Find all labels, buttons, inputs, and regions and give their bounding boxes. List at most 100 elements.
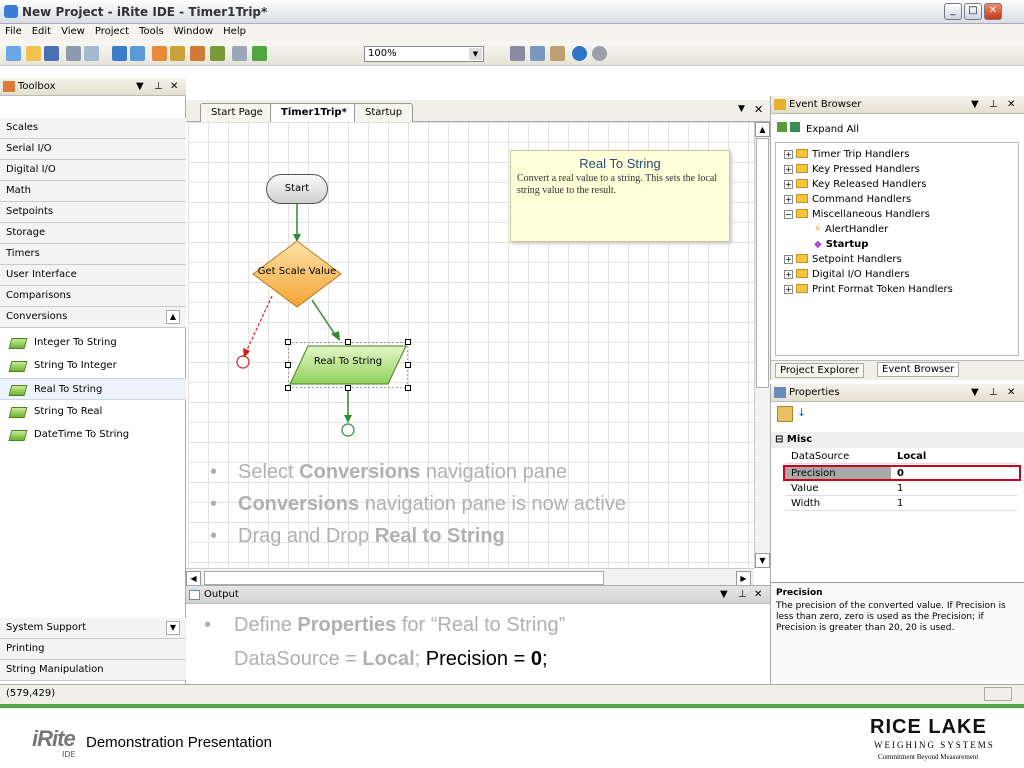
category-timers[interactable]: Timers	[0, 244, 186, 265]
tool-real-to-string[interactable]: Real To String	[0, 378, 186, 400]
decision-node[interactable]: Get Scale Value	[252, 240, 342, 308]
menu-file[interactable]: File	[0, 24, 27, 39]
category-storage[interactable]: Storage	[0, 223, 186, 244]
property-value[interactable]: 1	[897, 497, 903, 511]
scroll-thumb[interactable]	[756, 138, 769, 388]
grid-icon[interactable]	[252, 46, 267, 61]
print-icon[interactable]	[66, 46, 81, 61]
tree-item[interactable]: ◆ Startup	[814, 237, 868, 252]
tab-start-page[interactable]: Start Page	[200, 103, 274, 122]
category-scales[interactable]: Scales	[0, 118, 186, 139]
scroll-thumb[interactable]	[204, 571, 604, 585]
build-icon[interactable]	[112, 46, 127, 61]
tree-item[interactable]: + Print Format Token Handlers	[784, 282, 953, 297]
menu-project[interactable]: Project	[90, 24, 134, 39]
expand-icon[interactable]: +	[784, 180, 793, 189]
category-printing[interactable]: Printing	[0, 639, 186, 660]
upload-icon[interactable]	[170, 46, 185, 61]
copy-icon[interactable]	[530, 46, 545, 61]
pin-icon[interactable]: ⊥	[738, 586, 747, 603]
tree-item[interactable]: ⚡ AlertHandler	[814, 222, 888, 237]
resize-handle[interactable]	[285, 339, 291, 345]
download-icon[interactable]	[152, 46, 167, 61]
category-digital-io[interactable]: Digital I/O	[0, 160, 186, 181]
tree-item[interactable]: + Setpoint Handlers	[784, 252, 902, 267]
chevron-down-icon[interactable]: ▼	[469, 48, 482, 60]
resize-handle[interactable]	[405, 385, 411, 391]
pin-icon[interactable]: ⊥	[989, 384, 998, 401]
category-serial-io[interactable]: Serial I/O	[0, 139, 186, 160]
property-value[interactable]: 1	[897, 482, 903, 496]
expand-icon[interactable]: +	[784, 285, 793, 294]
chevron-right-icon[interactable]: ▶	[736, 571, 751, 586]
redo-icon[interactable]	[592, 46, 607, 61]
save-icon[interactable]	[44, 46, 59, 61]
category-system-support[interactable]: System Support ▼	[0, 618, 186, 639]
paste-icon[interactable]	[550, 46, 565, 61]
resize-handle[interactable]	[345, 339, 351, 345]
resize-handle[interactable]	[405, 362, 411, 368]
tool-string-to-integer[interactable]: String To Integer	[0, 355, 186, 377]
tool-string-to-real[interactable]: String To Real	[0, 401, 186, 423]
property-row-highlighted[interactable]: Precision 0	[783, 465, 1021, 481]
minimize-button[interactable]: _	[944, 3, 962, 20]
expand-icon[interactable]	[790, 122, 800, 132]
dropdown-icon[interactable]: ▼	[136, 78, 144, 95]
chevron-left-icon[interactable]: ◀	[186, 571, 201, 586]
collapse-icon[interactable]: −	[784, 210, 793, 219]
view-icon[interactable]	[232, 46, 247, 61]
tab-menu-icon[interactable]: ▼	[738, 104, 745, 114]
collapse-icon[interactable]	[777, 122, 787, 132]
close-button[interactable]: ✕	[984, 3, 1002, 20]
undo-icon[interactable]	[572, 46, 587, 61]
tree-item[interactable]: − Miscellaneous Handlers	[784, 207, 930, 222]
category-conversions[interactable]: Conversions ▲	[0, 307, 186, 328]
chevron-down-icon[interactable]: ▼	[166, 621, 180, 635]
chevron-up-icon[interactable]: ▲	[755, 122, 770, 137]
dropdown-icon[interactable]: ▼	[971, 384, 979, 401]
property-value[interactable]: Local	[897, 450, 926, 464]
tab-startup[interactable]: Startup	[354, 103, 414, 122]
tool-integer-to-string[interactable]: Integer To String	[0, 332, 186, 354]
close-icon[interactable]: ✕	[1007, 384, 1015, 401]
open-folder-icon[interactable]	[26, 46, 41, 61]
start-node[interactable]: Start	[266, 174, 328, 204]
vertical-scrollbar[interactable]: ▲ ▼	[754, 122, 770, 568]
menu-window[interactable]: Window	[169, 24, 218, 39]
tree-item[interactable]: + Key Released Handlers	[784, 177, 927, 192]
tree-item[interactable]: + Key Pressed Handlers	[784, 162, 920, 177]
menu-tools[interactable]: Tools	[134, 24, 169, 39]
print-preview-icon[interactable]	[84, 46, 99, 61]
settings-icon[interactable]	[190, 46, 205, 61]
category-user-interface[interactable]: User Interface	[0, 265, 186, 286]
connect-icon[interactable]	[130, 46, 145, 61]
tree-item[interactable]: + Timer Trip Handlers	[784, 147, 909, 162]
expand-icon[interactable]: +	[784, 255, 793, 264]
maximize-button[interactable]: □	[964, 3, 982, 20]
resize-grip[interactable]	[984, 687, 1012, 701]
category-string-manipulation[interactable]: String Manipulation	[0, 660, 186, 681]
resize-handle[interactable]	[285, 362, 291, 368]
section-header[interactable]: ⊟ Misc	[771, 432, 1024, 448]
tree-item[interactable]: + Digital I/O Handlers	[784, 267, 910, 282]
category-comparisons[interactable]: Comparisons	[0, 286, 186, 307]
expand-icon[interactable]: +	[784, 270, 793, 279]
pin-icon[interactable]: ⊥	[154, 78, 163, 95]
indicator-icon[interactable]	[210, 46, 225, 61]
pin-icon[interactable]: ⊥	[989, 96, 998, 113]
tab-timer1trip[interactable]: Timer1Trip*	[270, 103, 358, 123]
tab-event-browser[interactable]: Event Browser	[877, 362, 960, 377]
category-math[interactable]: Math	[0, 181, 186, 202]
expand-icon[interactable]: +	[784, 195, 793, 204]
new-project-icon[interactable]	[6, 46, 21, 61]
resize-handle[interactable]	[345, 385, 351, 391]
menu-help[interactable]: Help	[218, 24, 251, 39]
property-row[interactable]: Width 1	[785, 497, 1017, 511]
categorized-icon[interactable]	[777, 406, 793, 422]
flowchart-canvas[interactable]: Real To String Convert a real value to a…	[188, 122, 754, 568]
tool-datetime-to-string[interactable]: DateTime To String	[0, 424, 186, 446]
cut-icon[interactable]	[510, 46, 525, 61]
chevron-up-icon[interactable]: ▲	[166, 310, 180, 324]
chevron-down-icon[interactable]: ▼	[755, 553, 770, 568]
category-setpoints[interactable]: Setpoints	[0, 202, 186, 223]
